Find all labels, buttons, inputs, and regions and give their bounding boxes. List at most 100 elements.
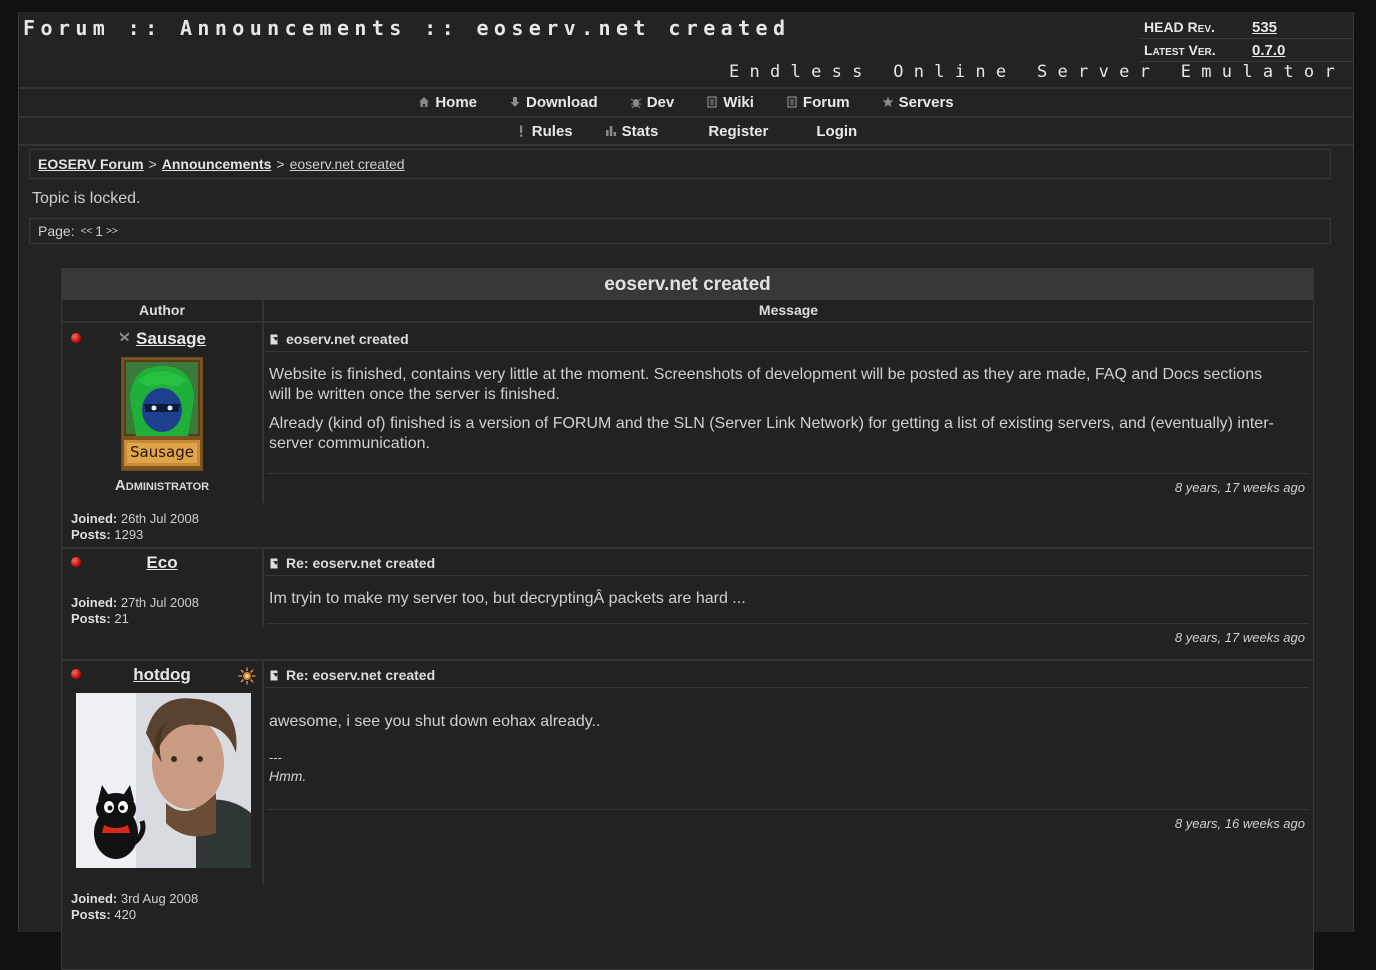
author-rank: Administrator	[114, 477, 210, 494]
secondary-nav: Rules Stats Register Login	[19, 116, 1353, 146]
posts-label: Posts:	[71, 611, 111, 626]
breadcrumb-separator: >	[148, 156, 157, 172]
post-message-cell: Re: eoserv.net created Im tryin to make …	[266, 547, 1309, 657]
post-paragraph: awesome, i see you shut down eohax alrea…	[269, 713, 601, 730]
author-column-header: Author	[62, 300, 264, 321]
page-container: Forum :: Announcements :: eoserv.net cre…	[18, 12, 1354, 970]
download-icon	[510, 97, 520, 107]
post-row: Sausage Sausage Administrator Joined: 26…	[62, 323, 1313, 549]
joined-date: 27th Jul 2008	[120, 595, 199, 610]
post-subject: Re: eoserv.net created	[266, 551, 1309, 576]
nav-stats-label: Stats	[621, 122, 659, 140]
post-timestamp: 8 years, 16 weeks ago	[266, 809, 1309, 831]
nav-download-label: Download	[526, 93, 598, 111]
head-rev-row: HEAD Rev. 535	[1139, 16, 1353, 39]
head-rev-link[interactable]: 535	[1252, 19, 1277, 36]
pagination-next[interactable]: >>	[106, 226, 118, 237]
post-message-cell: Re: eoserv.net created awesome, i see yo…	[266, 659, 1309, 959]
exclamation-icon	[519, 125, 522, 137]
pagination-label: Page:	[38, 223, 75, 239]
post-body: Website is finished, contains very littl…	[269, 365, 1285, 463]
post-subject-text: eoserv.net created	[286, 331, 409, 347]
column-divider	[262, 547, 264, 627]
document-icon	[707, 96, 717, 108]
post-icon[interactable]	[270, 334, 280, 345]
latest-ver-label: Latest Ver.	[1144, 42, 1216, 58]
joined-date: 3rd Aug 2008	[120, 891, 199, 906]
breadcrumb-separator: >	[276, 156, 285, 172]
post-subject: Re: eoserv.net created	[266, 663, 1309, 688]
pagination-page-1[interactable]: 1	[95, 223, 103, 239]
star-icon	[882, 96, 894, 107]
post-subject: eoserv.net created	[266, 327, 1309, 352]
post-body: Im tryin to make my server too, but decr…	[269, 589, 1285, 618]
nav-stats[interactable]: Stats	[605, 122, 659, 140]
bug-icon	[630, 98, 641, 108]
breadcrumb: EOSERV Forum > Announcements > eoserv.ne…	[29, 149, 1331, 179]
post-subject-text: Re: eoserv.net created	[286, 667, 436, 683]
nav-servers[interactable]: Servers	[882, 94, 954, 111]
author-meta: Joined: 3rd Aug 2008 Posts: 420	[71, 891, 198, 923]
pagination-prev[interactable]: <<	[81, 226, 93, 237]
signature-separator: ---	[269, 750, 282, 765]
breadcrumb-forum-link[interactable]: EOSERV Forum	[38, 156, 144, 172]
nav-register-label: Register	[708, 122, 769, 140]
breadcrumb-section-link[interactable]: Announcements	[162, 156, 272, 172]
avatar-label: Sausage	[130, 443, 194, 461]
post-body: awesome, i see you shut down eohax alrea…	[269, 712, 1285, 786]
author-username-link[interactable]: Sausage	[62, 329, 262, 349]
joined-label: Joined:	[71, 891, 118, 906]
author-meta: Joined: 27th Jul 2008 Posts: 21	[71, 595, 199, 627]
revision-box: HEAD Rev. 535 Latest Ver. 0.7.0	[1139, 16, 1353, 62]
post-icon[interactable]	[270, 558, 280, 569]
post-subject-text: Re: eoserv.net created	[286, 555, 436, 571]
nav-home[interactable]: Home	[418, 94, 477, 111]
nav-servers-label: Servers	[898, 93, 954, 111]
author-meta: Joined: 26th Jul 2008 Posts: 1293	[71, 511, 199, 543]
breadcrumb-current-link[interactable]: eoserv.net created	[290, 156, 405, 172]
nav-register[interactable]: Register	[708, 123, 768, 140]
site-tagline: Endless Online Server Emulator	[728, 62, 1345, 82]
nav-forum[interactable]: Forum	[786, 94, 850, 111]
post-icon[interactable]	[270, 670, 280, 681]
post-message-cell: eoserv.net created Website is finished, …	[266, 323, 1309, 545]
latest-ver-link[interactable]: 0.7.0	[1252, 42, 1285, 59]
post-timestamp: 8 years, 17 weeks ago	[266, 473, 1309, 495]
post-author-cell: Sausage Sausage Administrator	[62, 323, 264, 503]
avatar-image	[76, 693, 251, 868]
post-paragraph: Already (kind of) finished is a version …	[269, 415, 1274, 452]
post-row: hotdog Joined: 3rd Aug 2008 Posts: 420 R…	[62, 659, 1313, 969]
post-timestamp: 8 years, 17 weeks ago	[266, 623, 1309, 645]
main-nav: Home Download Dev Wiki Forum Servers	[19, 87, 1353, 115]
nav-wiki-label: Wiki	[723, 93, 754, 111]
topic-locked-notice: Topic is locked.	[32, 190, 141, 207]
nav-download[interactable]: Download	[509, 94, 598, 111]
nav-rules[interactable]: Rules	[515, 123, 573, 140]
post-paragraph: Website is finished, contains very littl…	[269, 366, 1263, 403]
joined-label: Joined:	[71, 511, 118, 526]
nav-dev-label: Dev	[646, 93, 675, 111]
post-row: Eco Joined: 27th Jul 2008 Posts: 21 Re: …	[62, 547, 1313, 661]
nav-dev[interactable]: Dev	[630, 93, 675, 111]
avatar	[76, 693, 251, 868]
nav-login[interactable]: Login	[816, 123, 857, 140]
post-count: 21	[114, 611, 129, 626]
message-column-header: Message	[758, 302, 819, 318]
topic-title: eoserv.net created	[62, 269, 1313, 300]
nav-wiki[interactable]: Wiki	[706, 94, 754, 111]
author-username-link[interactable]: Eco	[62, 553, 262, 573]
nav-forum-label: Forum	[802, 93, 850, 111]
pagination: Page: << 1 >>	[29, 218, 1331, 244]
joined-date: 26th Jul 2008	[120, 511, 199, 526]
sun-badge-icon	[238, 667, 256, 685]
nav-rules-label: Rules	[531, 122, 573, 140]
post-author-cell: hotdog	[62, 659, 264, 885]
posts-label: Posts:	[71, 527, 111, 542]
nav-login-label: Login	[816, 122, 858, 140]
column-headers: Author Message	[62, 300, 1313, 323]
document-icon	[787, 96, 797, 108]
author-username-link[interactable]: hotdog	[62, 665, 262, 685]
latest-ver-row: Latest Ver. 0.7.0	[1139, 39, 1353, 62]
nav-home-label: Home	[435, 93, 478, 111]
posts-label: Posts:	[71, 907, 111, 922]
